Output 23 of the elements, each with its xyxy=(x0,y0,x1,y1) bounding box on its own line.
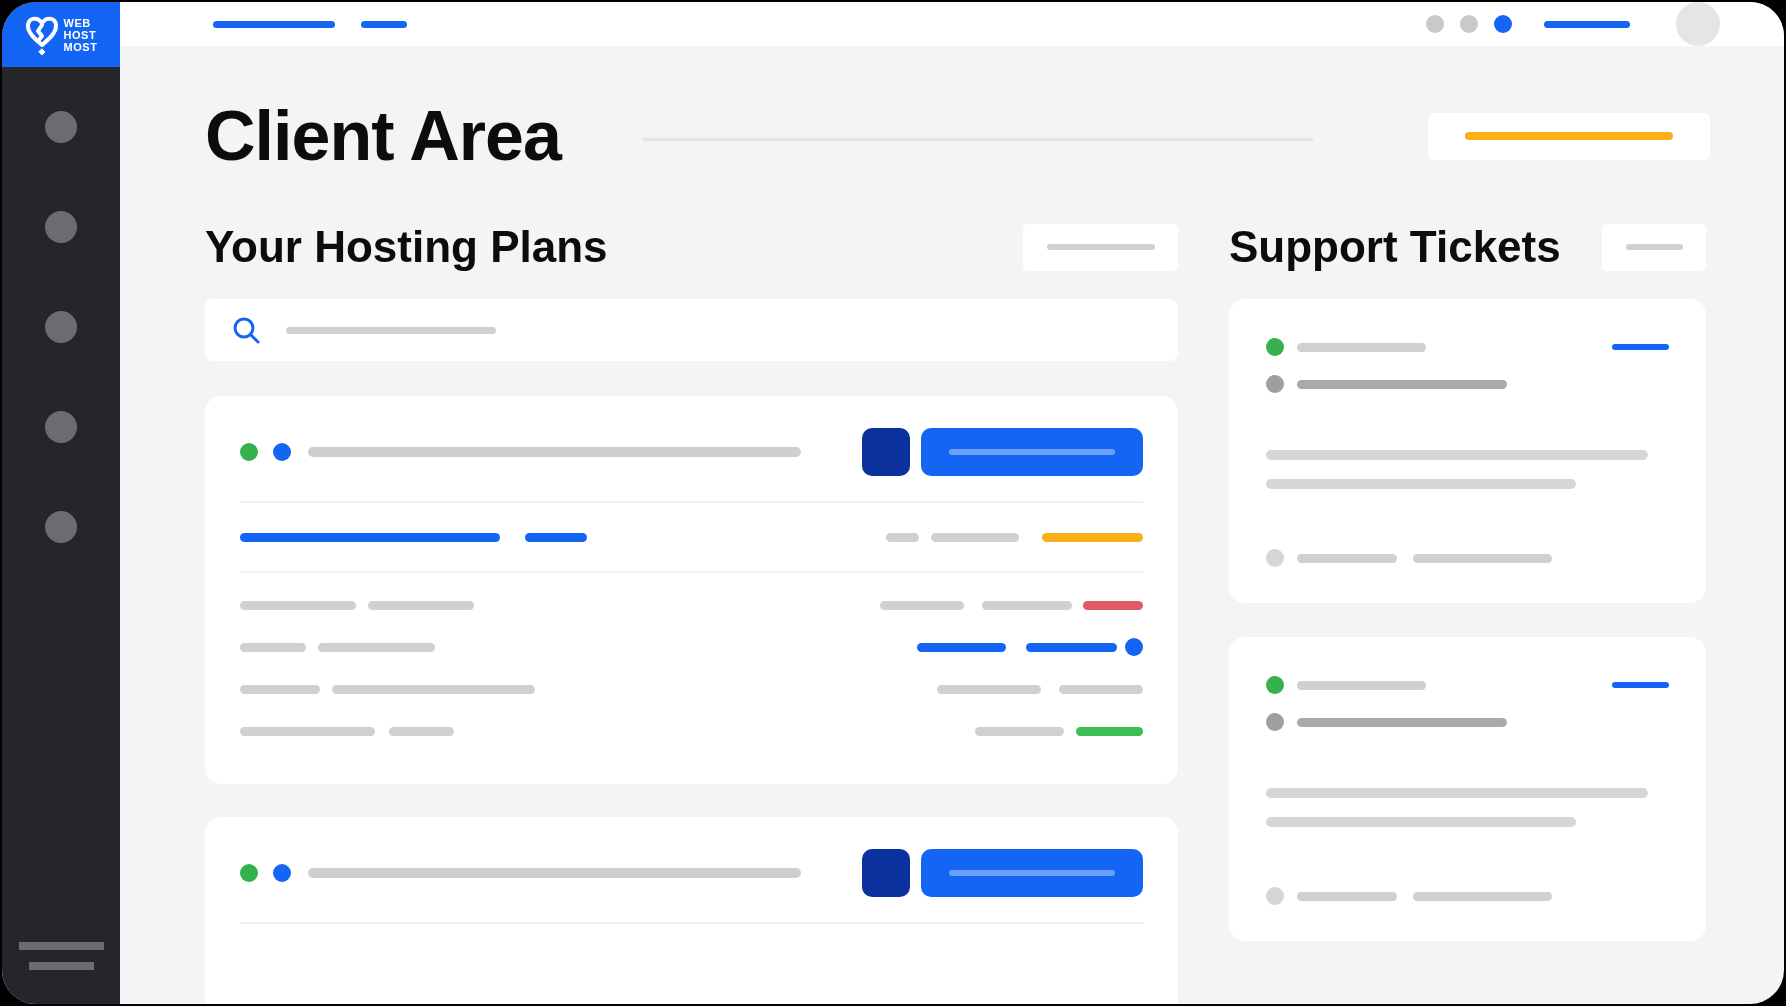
nav-item[interactable] xyxy=(45,211,77,243)
logo-icon xyxy=(24,14,59,55)
square-button[interactable] xyxy=(862,428,910,476)
status-banner[interactable] xyxy=(1428,112,1710,160)
logo-word: MOST xyxy=(63,40,98,53)
logo-word: WEB xyxy=(63,16,92,29)
logo[interactable]: WEB HOST MOST xyxy=(2,2,120,67)
page-title: Client Area xyxy=(205,101,561,171)
search-icon xyxy=(232,316,260,344)
search-field[interactable] xyxy=(205,299,1178,361)
nav-item[interactable] xyxy=(45,411,77,443)
section-heading: Your Hosting Plans xyxy=(205,225,608,269)
nav-link[interactable] xyxy=(213,20,335,28)
square-button[interactable] xyxy=(862,849,910,897)
nav-link[interactable] xyxy=(361,20,407,28)
action-button[interactable] xyxy=(921,428,1143,476)
nav-item[interactable] xyxy=(45,511,77,543)
nav-item[interactable] xyxy=(45,311,77,343)
section-heading: Support Tickets xyxy=(1229,225,1561,269)
nav-item[interactable] xyxy=(45,111,77,143)
nav-link[interactable] xyxy=(1544,20,1630,28)
action-button[interactable] xyxy=(921,849,1143,897)
logo-word: HOST xyxy=(63,28,98,41)
